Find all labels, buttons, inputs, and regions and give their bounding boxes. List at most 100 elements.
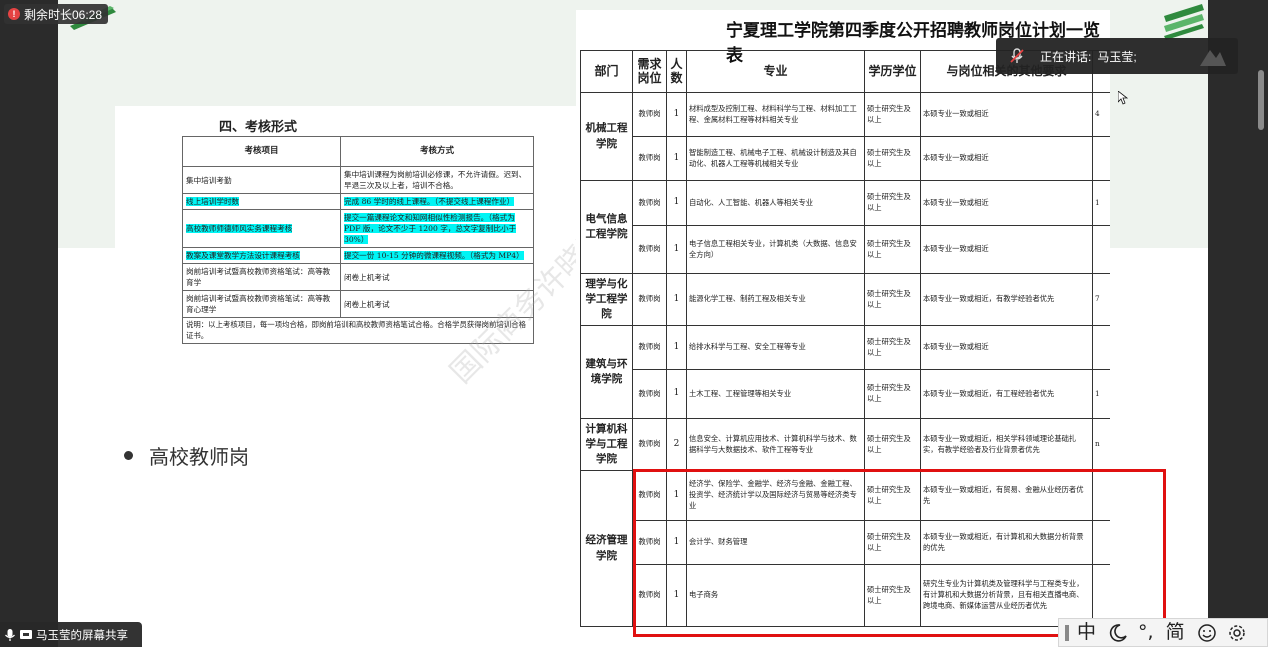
exam-item: 高校教师师德师风实务课程考核 xyxy=(182,209,341,248)
recruitment-row: 教师岗 1 土木工程、工程管理等相关专业 硕士研究生及以上 本硕专业一致或相近，有工程经… xyxy=(581,369,1110,419)
col-header: 需求岗位 xyxy=(632,50,667,93)
exam-col-header: 考核项目 xyxy=(182,136,341,167)
degree-cell: 硕士研究生及以上 xyxy=(864,273,921,326)
bullet-text: 高校教师岗 xyxy=(149,445,249,469)
count-cell: 1 xyxy=(666,273,687,326)
exam-method: 提交一份 10-15 分钟的微课程视频。（格式为 MP4） xyxy=(340,247,534,264)
department-cell: 建筑与环境学院 xyxy=(580,325,633,419)
post-cell: 教师岗 xyxy=(632,180,667,226)
count-cell: 1 xyxy=(666,136,687,181)
count-cell: 1 xyxy=(666,369,687,419)
exam-method-text: 完成 86 学时的线上课程。（不提交线上课程作业） xyxy=(344,197,515,206)
degree-cell: 硕士研究生及以上 xyxy=(864,225,921,274)
moon-icon[interactable] xyxy=(1108,623,1128,643)
alert-icon: ! xyxy=(8,8,20,20)
meeting-stage: 四、考核形式 考核项目 考核方式 集中培训考勤 集中培训课程为岗前培训必修课，不允许请… xyxy=(0,0,1268,647)
degree-cell: 硕士研究生及以上 xyxy=(864,418,921,471)
exam-item-text: 高校教师师德师风实务课程考核 xyxy=(186,224,293,233)
screen-share-icon xyxy=(20,629,32,639)
exam-method-text: 提交一份 10-15 分钟的微课程视频。（格式为 MP4） xyxy=(344,251,524,260)
count-cell: 1 xyxy=(666,225,687,274)
exam-row: 高校教师师德师风实务课程考核 提交一篇课程论文和知网相似性检测报告。（格式为 PD… xyxy=(182,209,534,248)
extra-cell: n xyxy=(1092,418,1110,471)
requirement-cell: 本硕专业一致或相近，相关学科领域理论基础扎实，有教学经验者及行业背景者优先 xyxy=(920,418,1093,471)
major-cell: 土木工程、工程管理等相关专业 xyxy=(686,369,865,419)
drag-handle-icon[interactable] xyxy=(1065,624,1069,641)
department-cell: 计算机科学与工程学院 xyxy=(580,418,633,471)
col-header: 学历学位 xyxy=(864,50,921,93)
degree-cell: 硕士研究生及以上 xyxy=(864,136,921,181)
degree-cell: 硕士研究生及以上 xyxy=(864,325,921,370)
degree-cell: 硕士研究生及以上 xyxy=(864,369,921,419)
recruitment-row: 教师岗 1 智能制造工程、机械电子工程、机械设计制造及其自动化、机器人工程等机械相关… xyxy=(581,136,1110,181)
emoji-icon[interactable] xyxy=(1197,623,1217,643)
post-cell: 教师岗 xyxy=(632,225,667,274)
count-cell: 1 xyxy=(666,325,687,370)
exam-method: 提交一篇课程论文和知网相似性检测报告。（格式为 PDF 版，论文不少于 1200… xyxy=(340,209,534,248)
post-cell: 教师岗 xyxy=(632,92,667,137)
exam-method-text: 闭卷上机考试 xyxy=(344,272,390,282)
exam-item: 岗前培训考试暨高校教师资格笔试：高等教育心理学 xyxy=(182,290,341,318)
requirement-cell: 本硕专业一致或相近 xyxy=(920,325,1093,370)
col-header: 专业 xyxy=(686,50,865,93)
exam-item: 岗前培训考试暨高校教师资格笔试：高等教育学 xyxy=(182,263,341,291)
exam-table: 考核项目 考核方式集中培训考勤 集中培训课程为岗前培训必修课，不允许请假。迟到、早退… xyxy=(182,136,534,345)
requirement-cell: 本硕专业一致或相近，有教学经验者优先 xyxy=(920,273,1093,326)
remaining-time-badge: ! 剩余时长06:28 xyxy=(4,4,109,24)
exam-item-text: 岗前培训考试暨高校教师资格笔试：高等教育心理学 xyxy=(186,294,331,314)
major-cell: 电子信息工程相关专业，计算机类（大数据、信息安全方向） xyxy=(686,225,865,274)
exam-method-text: 闭卷上机考试 xyxy=(344,299,390,309)
major-cell: 材料成型及控制工程、材料科学与工程、材料加工工程、金属材料工程等材料相关专业 xyxy=(686,92,865,137)
corner-stripes-icon xyxy=(1164,4,1204,40)
recruitment-row: 建筑与环境学院 教师岗 1 给排水科学与工程、安全工程等专业 硕士研究生及以上 本硕专业一… xyxy=(580,325,1110,419)
requirement-cell: 本硕专业一致或相近 xyxy=(920,92,1093,137)
count-cell: 1 xyxy=(666,92,687,137)
exam-row: 岗前培训考试暨高校教师资格笔试：高等教育学 闭卷上机考试 xyxy=(182,263,534,291)
extra-cell xyxy=(1092,325,1110,370)
red-annotation-box xyxy=(633,469,1166,637)
speaking-label: 正在讲话: xyxy=(1040,49,1092,64)
requirement-cell: 本硕专业一致或相近，有工程经验者优先 xyxy=(920,369,1093,419)
exam-method-text: 集中培训课程为岗前培训必修课，不允许请假。迟到、早退三次及以上者，培训不合格。 xyxy=(344,170,527,190)
screen-share-badge[interactable]: 马玉莹的屏幕共享 xyxy=(0,622,142,647)
exam-method: 闭卷上机考试 xyxy=(340,263,534,291)
col-header: 部门 xyxy=(580,50,633,93)
extra-cell: 1 xyxy=(1092,369,1110,419)
ime-language-toggle[interactable]: 中 xyxy=(1077,623,1096,642)
extra-cell: 7 xyxy=(1092,273,1110,326)
mic-muted-icon xyxy=(1010,48,1024,63)
exam-method: 集中培训课程为岗前培训必修课，不允许请假。迟到、早退三次及以上者，培训不合格。 xyxy=(340,166,534,194)
bullet-dot-icon xyxy=(124,451,133,460)
exam-item-text: 集中培训考勤 xyxy=(186,175,232,185)
exam-col-header: 考核方式 xyxy=(340,136,534,167)
degree-cell: 硕士研究生及以上 xyxy=(864,92,921,137)
col-header: 人数 xyxy=(666,50,687,93)
major-cell: 智能制造工程、机械电子工程、机械设计制造及其自动化、机器人工程等机械相关专业 xyxy=(686,136,865,181)
exam-item: 线上培训学时数 xyxy=(182,193,341,210)
department-cell: 机械工程学院 xyxy=(580,92,633,181)
count-cell: 2 xyxy=(666,418,687,471)
count-cell: 1 xyxy=(666,180,687,226)
speaker-name: 马玉莹; xyxy=(1097,49,1137,64)
exam-row: 教案及课堂教学方法设计课程考核 提交一份 10-15 分钟的微课程视频。（格式为 … xyxy=(182,247,534,264)
post-cell: 教师岗 xyxy=(632,369,667,419)
recruitment-row: 计算机科学与工程学院 教师岗 2 信息安全、计算机应用技术、计算机科学与技术、数据科学… xyxy=(580,418,1110,471)
extra-cell: 4 xyxy=(1092,92,1110,137)
exam-item-text: 岗前培训考试暨高校教师资格笔试：高等教育学 xyxy=(186,267,331,287)
major-cell: 给排水科学与工程、安全工程等专业 xyxy=(686,325,865,370)
ime-script-toggle[interactable]: 简 xyxy=(1166,623,1185,642)
major-cell: 自动化、人工智能、机器人等相关专业 xyxy=(686,180,865,226)
microphone-icon xyxy=(5,628,15,641)
speaking-indicator: 正在讲话: 马玉莹; xyxy=(996,38,1238,74)
exam-item: 教案及课堂教学方法设计课程考核 xyxy=(182,247,341,264)
major-cell: 能源化学工程、制药工程及相关专业 xyxy=(686,273,865,326)
exam-method: 完成 86 学时的线上课程。（不提交线上课程作业） xyxy=(340,193,534,210)
scrollbar-thumb[interactable] xyxy=(1258,70,1264,130)
recruitment-row: 电气信息工程学院 教师岗 1 自动化、人工智能、机器人等相关专业 硕士研究生及以上 本硕专… xyxy=(580,180,1110,274)
ime-punctuation-toggle[interactable]: °, xyxy=(1138,623,1154,642)
post-cell: 教师岗 xyxy=(632,273,667,326)
gear-icon[interactable] xyxy=(1227,623,1247,643)
exam-row: 集中培训考勤 集中培训课程为岗前培训必修课，不允许请假。迟到、早退三次及以上者，培… xyxy=(182,166,534,194)
exam-row: 岗前培训考试暨高校教师资格笔试：高等教育心理学 闭卷上机考试 xyxy=(182,290,534,318)
degree-cell: 硕士研究生及以上 xyxy=(864,180,921,226)
